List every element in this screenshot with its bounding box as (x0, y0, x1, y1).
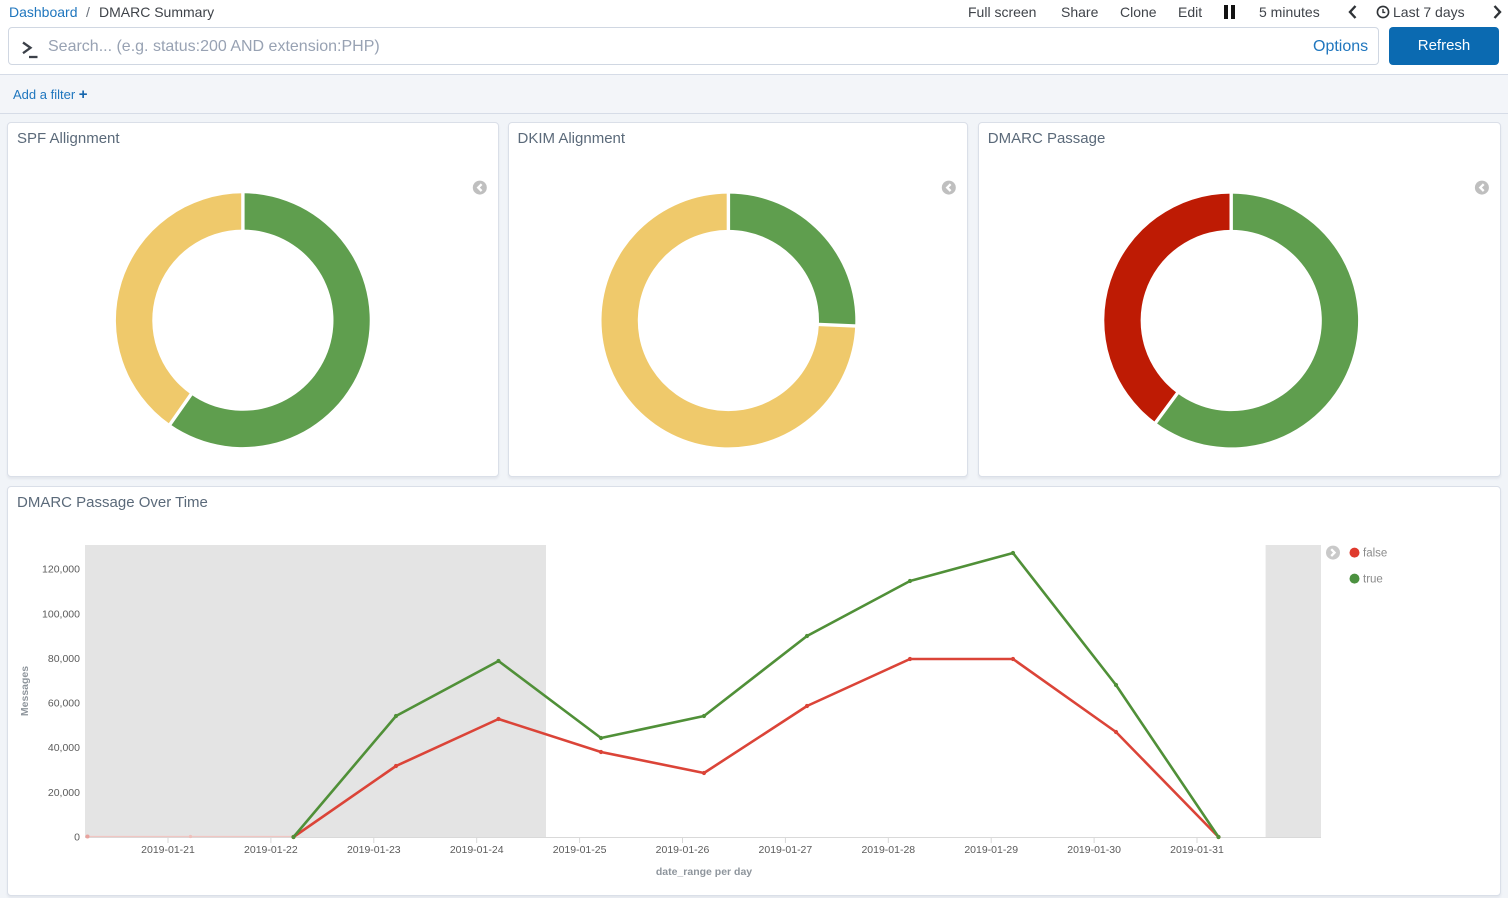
svg-text:2019-01-28: 2019-01-28 (861, 844, 915, 856)
svg-text:true: true (1363, 574, 1383, 586)
svg-text:Messages: Messages (19, 666, 31, 716)
svg-text:80,000: 80,000 (48, 653, 80, 665)
svg-text:120,000: 120,000 (42, 564, 80, 576)
svg-text:2019-01-22: 2019-01-22 (244, 844, 298, 856)
svg-text:40,000: 40,000 (48, 742, 80, 754)
svg-text:2019-01-31: 2019-01-31 (1170, 844, 1224, 856)
svg-text:2019-01-29: 2019-01-29 (964, 844, 1018, 856)
svg-text:100,000: 100,000 (42, 608, 80, 620)
svg-text:0: 0 (74, 832, 80, 844)
svg-text:2019-01-30: 2019-01-30 (1067, 844, 1121, 856)
svg-text:2019-01-24: 2019-01-24 (450, 844, 504, 856)
svg-text:2019-01-26: 2019-01-26 (656, 844, 710, 856)
svg-text:2019-01-23: 2019-01-23 (347, 844, 401, 856)
svg-text:20,000: 20,000 (48, 787, 80, 799)
svg-text:date_range per day: date_range per day (656, 866, 752, 878)
svg-text:false: false (1363, 548, 1387, 560)
svg-text:2019-01-21: 2019-01-21 (141, 844, 195, 856)
svg-text:2019-01-27: 2019-01-27 (759, 844, 813, 856)
svg-text:60,000: 60,000 (48, 698, 80, 710)
svg-text:2019-01-25: 2019-01-25 (553, 844, 607, 856)
